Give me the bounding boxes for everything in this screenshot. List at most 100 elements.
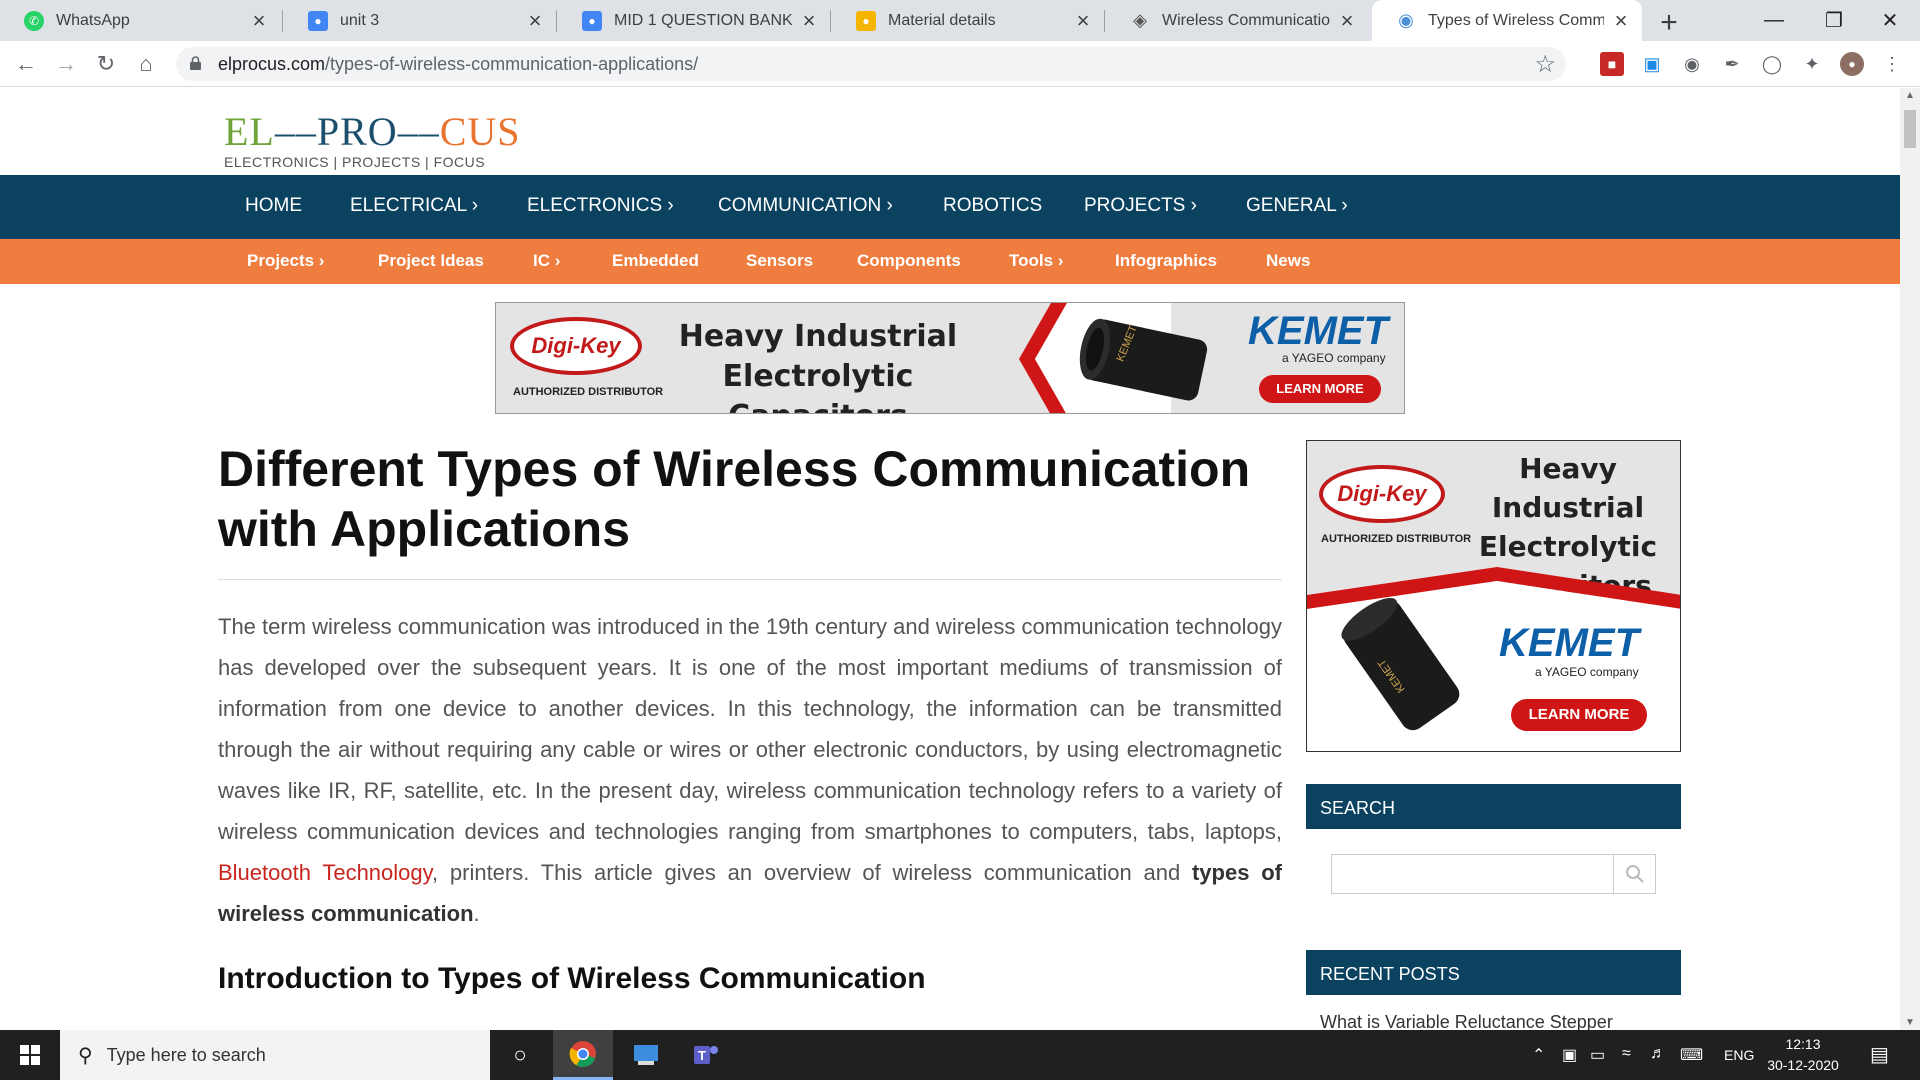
close-icon[interactable]: × (1072, 8, 1094, 34)
search-input[interactable] (1331, 854, 1656, 894)
taskbar-clock[interactable]: 12:13 30-12-2020 (1758, 1034, 1848, 1076)
page-scrollbar[interactable]: ▲ ▼ (1900, 88, 1920, 1030)
svg-text:T: T (698, 1048, 706, 1063)
tab-title: Types of Wireless Communic (1428, 11, 1604, 29)
screen-extension-icon[interactable]: ▣ (1640, 52, 1664, 76)
subnav-components[interactable]: Components (857, 251, 961, 271)
bookmark-star-icon[interactable]: ☆ (1534, 50, 1556, 79)
new-tab-button[interactable]: + (1655, 6, 1683, 40)
chrome-taskbar-icon[interactable] (553, 1030, 613, 1080)
wifi-icon[interactable]: ≈ (1622, 1045, 1631, 1063)
teams-icon[interactable]: T (676, 1030, 736, 1080)
taskbar-search-box[interactable]: ⚲ Type here to search (60, 1030, 490, 1080)
tab-title: Material details (888, 11, 996, 29)
nav-electronics[interactable]: ELECTRONICS › (527, 195, 674, 217)
keyboard-icon[interactable]: ⌨ (1680, 1045, 1703, 1065)
bluetooth-technology-link[interactable]: Bluetooth Technology (218, 860, 432, 885)
tab-mid-1-question-bank[interactable]: ● MID 1 QUESTION BANK × (558, 0, 830, 41)
whatsapp-icon: ✆ (24, 10, 44, 31)
site-logo[interactable]: EL––PRO––CUS ELECTRONICS | PROJECTS | FO… (224, 112, 521, 171)
tab-types-of-wireless-communication[interactable]: ◉ Types of Wireless Communic × (1372, 0, 1642, 41)
bulb-icon: ◉ (1398, 10, 1414, 30)
nav-communication[interactable]: COMMUNICATION › (718, 195, 893, 217)
close-icon[interactable]: × (248, 8, 270, 34)
close-icon[interactable]: × (1610, 8, 1632, 34)
code-extension-icon[interactable]: ◯ (1760, 52, 1784, 76)
sub-navigation: Projects › Project Ideas IC › Embedded S… (0, 239, 1900, 284)
show-hidden-icons-chevron[interactable]: ⌃ (1532, 1045, 1545, 1065)
tab-strip: ✆ WhatsApp × ● unit 3 × ● MID 1 QUESTION… (0, 0, 1920, 41)
tab-title: unit 3 (340, 11, 380, 29)
camera-extension-icon[interactable]: ◉ (1680, 52, 1704, 76)
classroom-icon: ● (582, 10, 602, 31)
nav-robotics[interactable]: ROBOTICS (943, 195, 1042, 217)
subnav-sensors[interactable]: Sensors (746, 251, 813, 271)
start-button[interactable] (0, 1030, 60, 1080)
article-intro-paragraph: The term wireless communication was intr… (218, 614, 1282, 926)
recent-post-link[interactable]: What is Variable Reluctance Stepper (1320, 1012, 1613, 1030)
tab-title: WhatsApp (56, 11, 130, 29)
back-button[interactable]: ← (10, 48, 42, 80)
volume-icon[interactable]: ♬ (1650, 1045, 1666, 1063)
battery-icon[interactable]: ▭ (1590, 1045, 1605, 1065)
meet-now-icon[interactable]: ▣ (1562, 1045, 1577, 1065)
close-icon[interactable]: × (798, 8, 820, 34)
classroom-icon: ● (856, 10, 876, 31)
capacitor-image: KEMET (1079, 318, 1208, 401)
minimize-button[interactable]: — (1744, 0, 1804, 41)
scroll-up-arrow[interactable]: ▲ (1900, 90, 1920, 101)
scrollbar-thumb[interactable] (1904, 110, 1916, 148)
subnav-project-ideas[interactable]: Project Ideas (378, 251, 484, 271)
close-icon[interactable]: × (1336, 8, 1358, 34)
tab-unit-3[interactable]: ● unit 3 × (284, 0, 556, 41)
tab-whatsapp[interactable]: ✆ WhatsApp × (0, 0, 280, 41)
digikey-logo: Digi-Key (1319, 465, 1445, 523)
tab-title: Wireless Communication - O (1162, 11, 1330, 29)
scroll-down-arrow[interactable]: ▼ (1900, 1017, 1920, 1028)
sidebar-ad[interactable]: Digi-Key AUTHORIZED DISTRIBUTOR Heavy In… (1306, 440, 1681, 752)
url-text: elprocus.com/types-of-wireless-communica… (218, 54, 699, 74)
address-bar[interactable]: elprocus.com/types-of-wireless-communica… (176, 47, 1566, 81)
pdf-extension-icon[interactable]: ■ (1600, 52, 1624, 76)
search-field[interactable] (1338, 856, 1618, 892)
search-widget-title: SEARCH (1306, 784, 1681, 829)
tab-material-details[interactable]: ● Material details × (832, 0, 1104, 41)
tab-wireless-communication[interactable]: ◈ Wireless Communication - O × (1106, 0, 1368, 41)
window-close-button[interactable]: ✕ (1860, 0, 1920, 41)
banner-ad[interactable]: Digi-Key AUTHORIZED DISTRIBUTOR Heavy In… (495, 302, 1405, 414)
subnav-embedded[interactable]: Embedded (612, 251, 699, 271)
logo-tagline: ELECTRONICS | PROJECTS | FOCUS (224, 154, 486, 170)
digikey-logo: Digi-Key (510, 317, 642, 375)
subnav-infographics[interactable]: Infographics (1115, 251, 1217, 271)
cortana-icon[interactable]: ○ (490, 1030, 550, 1080)
subnav-tools[interactable]: Tools › (1009, 251, 1063, 271)
extensions-puzzle-icon[interactable]: ✦ (1800, 52, 1824, 76)
section-heading: Introduction to Types of Wireless Commun… (218, 962, 926, 995)
maximize-button[interactable]: ❐ (1804, 0, 1864, 41)
file-explorer-icon[interactable] (616, 1030, 676, 1080)
tab-title: MID 1 QUESTION BANK (614, 11, 792, 29)
profile-avatar[interactable]: ● (1840, 52, 1864, 76)
ad-learn-more-button[interactable]: LEARN MORE (1259, 375, 1381, 403)
notifications-icon[interactable]: ▤ (1870, 1042, 1889, 1067)
windows-logo-icon (20, 1045, 40, 1065)
forward-button[interactable]: → (50, 48, 82, 80)
subnav-news[interactable]: News (1266, 251, 1310, 271)
close-icon[interactable]: × (524, 8, 546, 34)
nav-projects[interactable]: PROJECTS › (1084, 195, 1197, 217)
nav-general[interactable]: GENERAL › (1246, 195, 1348, 217)
subnav-ic[interactable]: IC › (533, 251, 560, 271)
nav-electrical[interactable]: ELECTRICAL › (350, 195, 478, 217)
subnav-projects[interactable]: Projects › (247, 251, 324, 271)
sidebar-ad-learn-more-button[interactable]: LEARN MORE (1511, 699, 1647, 731)
eyedropper-extension-icon[interactable]: ✒ (1720, 52, 1744, 76)
nav-home[interactable]: HOME (245, 195, 302, 217)
recent-posts-title: RECENT POSTS (1306, 950, 1681, 995)
lock-icon (190, 56, 201, 70)
search-button[interactable] (1613, 855, 1655, 893)
menu-kebab-icon[interactable]: ⋮ (1880, 52, 1904, 76)
home-button[interactable]: ⌂ (130, 48, 162, 80)
language-indicator[interactable]: ENG (1724, 1047, 1754, 1063)
classroom-icon: ● (308, 10, 328, 31)
reload-button[interactable]: ↻ (90, 48, 122, 80)
